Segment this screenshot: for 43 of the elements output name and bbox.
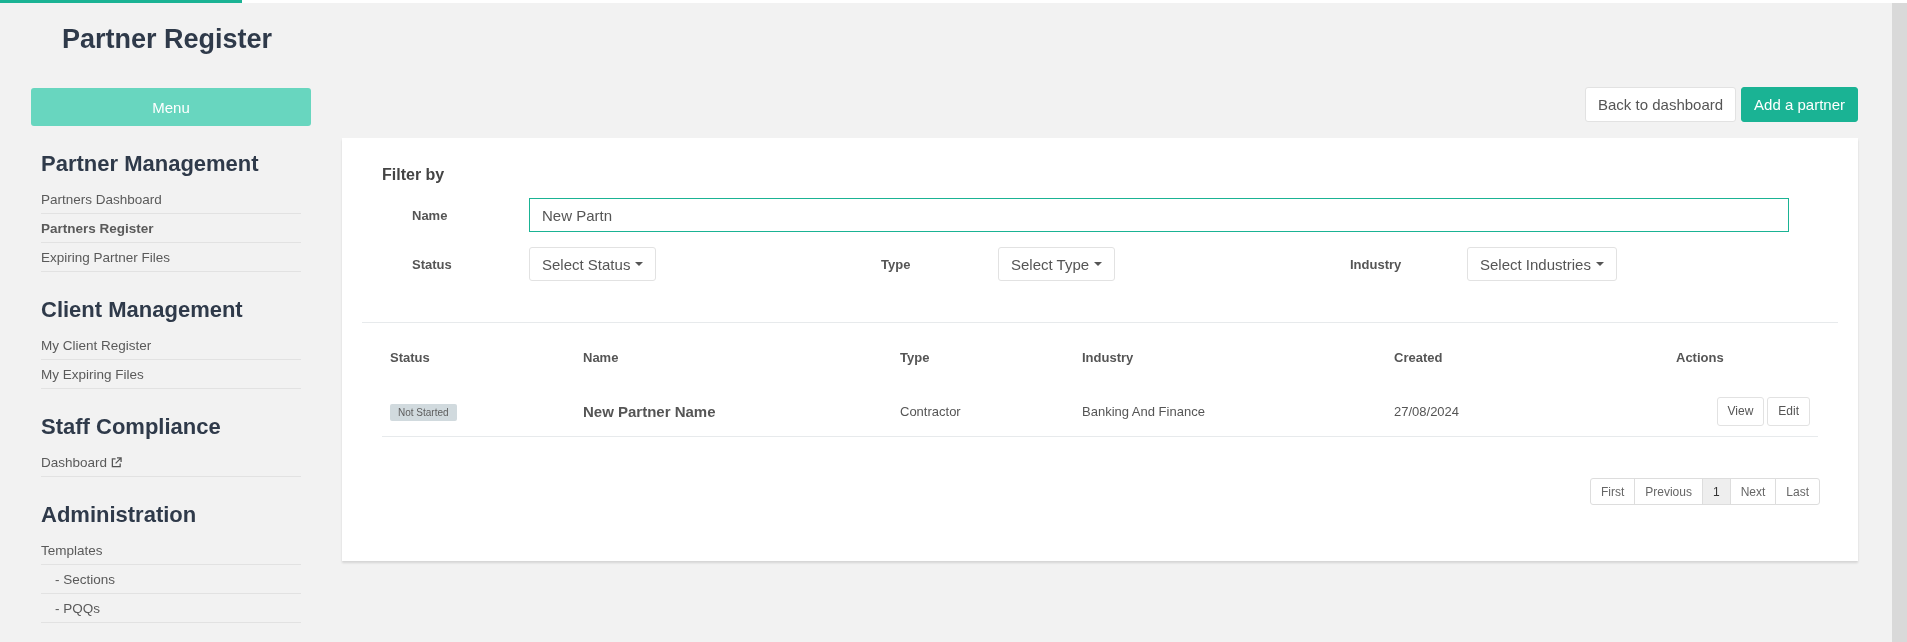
sidebar-heading: Partner Management bbox=[41, 151, 260, 177]
sidebar-item[interactable]: Templates bbox=[41, 536, 301, 565]
scrollbar[interactable] bbox=[1892, 3, 1907, 642]
column-header: Created bbox=[1393, 350, 1444, 365]
table-cell-text: New Partner Name bbox=[582, 402, 717, 420]
sidebar-heading: Staff Compliance bbox=[41, 414, 222, 440]
sidebar-item[interactable]: My Expiring Files bbox=[41, 360, 301, 389]
sidebar-item[interactable]: Dashboard bbox=[41, 448, 301, 477]
sidebar-item[interactable]: My Client Register bbox=[41, 331, 301, 360]
column-header: Name bbox=[582, 350, 620, 365]
sidebar-item[interactable]: Partners Dashboard bbox=[41, 185, 301, 214]
edit-button[interactable]: Edit bbox=[1767, 396, 1810, 426]
sidebar-heading: Client Management bbox=[41, 297, 244, 323]
pagination-button[interactable]: Previous bbox=[1634, 478, 1703, 505]
dropdown-button[interactable]: Select Industries bbox=[1467, 247, 1617, 281]
pagination-button[interactable]: 1 bbox=[1701, 478, 1731, 505]
dropdown-button[interactable]: Select Type bbox=[998, 247, 1116, 281]
pagination-button[interactable]: First bbox=[1589, 478, 1636, 505]
pagination-button[interactable]: Last bbox=[1775, 478, 1820, 505]
dropdown-button[interactable]: Select Status bbox=[529, 247, 657, 281]
sidebar-item[interactable]: Expiring Partner Files bbox=[41, 243, 301, 272]
column-header: Actions bbox=[1675, 350, 1725, 365]
status-badge: Not Started bbox=[390, 403, 457, 421]
pagination-button[interactable]: Next bbox=[1729, 478, 1777, 505]
field-label: Status bbox=[411, 256, 453, 272]
column-header: Type bbox=[899, 350, 931, 365]
sidebar-item[interactable]: - PQQs bbox=[41, 594, 301, 623]
page-title: Partner Register bbox=[62, 24, 274, 54]
table-cell-text: 27/08/2024 bbox=[1393, 403, 1461, 419]
sidebar-heading: Administration bbox=[41, 502, 198, 528]
table-cell-text: Contractor bbox=[899, 403, 962, 419]
back-button[interactable]: Back to dashboard bbox=[1585, 87, 1737, 122]
sidebar-item[interactable]: Partners Register bbox=[41, 214, 301, 243]
field-label: Name bbox=[411, 207, 449, 223]
column-header: Industry bbox=[1081, 350, 1135, 365]
filter-heading: Filter by bbox=[382, 166, 446, 184]
field-label: Industry bbox=[1349, 256, 1403, 272]
table-cell-text: Banking And Finance bbox=[1081, 403, 1206, 419]
field-label: Type bbox=[880, 256, 912, 272]
view-button[interactable]: View bbox=[1716, 396, 1765, 426]
name-input-field[interactable]: New Partn bbox=[529, 198, 1789, 232]
sidebar-item[interactable]: - Sections bbox=[41, 565, 301, 594]
column-header: Status bbox=[389, 350, 431, 365]
